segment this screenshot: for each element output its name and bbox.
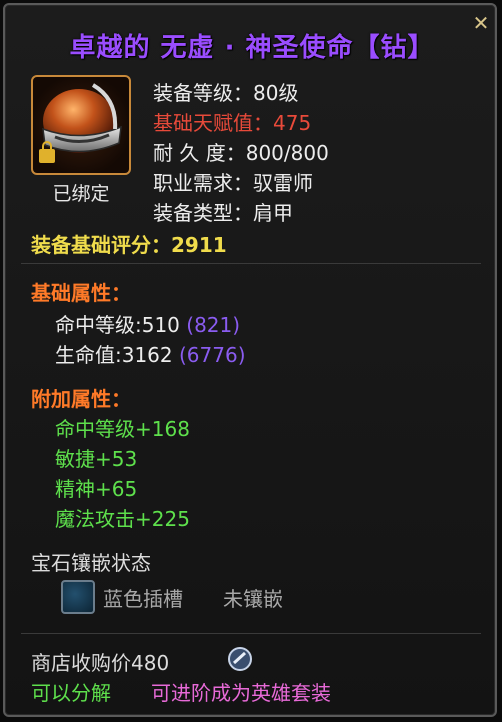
- class-requirement: 职业需求：驭雷师: [153, 171, 313, 195]
- item-tooltip: 卓越的 无虚 · 神圣使命【钻】 ✕ 已绑定 装备等级：80级 基础天赋值：47…: [3, 3, 497, 717]
- divider: [21, 263, 481, 264]
- base-attr-row: 生命值:3162 (6776): [55, 339, 246, 368]
- equip-score: 装备基础评分：2911: [31, 229, 227, 258]
- gem-slot-label: 蓝色插槽: [103, 587, 183, 611]
- base-talent-value: 475: [273, 111, 312, 135]
- equip-score-value: 2911: [171, 233, 227, 257]
- lock-icon: [39, 141, 55, 163]
- base-attr-extra: (821): [186, 313, 241, 337]
- gem-header: 宝石镶嵌状态: [31, 551, 151, 575]
- durability: 耐 久 度：800/800: [153, 141, 329, 165]
- gem-socket-icon[interactable]: [61, 580, 95, 614]
- base-attr-row: 命中等级:510 (821): [55, 309, 240, 338]
- bonus-attr-item: 精神+65: [55, 477, 138, 501]
- base-attrs-header: 基础属性：: [31, 281, 131, 305]
- close-icon[interactable]: ✕: [470, 12, 492, 34]
- upgrade-hint: 可进阶成为英雄套装: [151, 681, 331, 705]
- shop-price: 商店收购价480: [31, 651, 170, 675]
- bonus-attr-item: 魔法攻击+225: [55, 507, 190, 531]
- base-talent-label: 基础天赋值：: [153, 111, 273, 135]
- bonus-attr-item: 敏捷+53: [55, 447, 138, 471]
- divider: [21, 633, 481, 634]
- item-title: 卓越的 无虚 · 神圣使命【钻】: [69, 33, 435, 63]
- bound-status: 已绑定: [52, 183, 110, 205]
- coin-icon: [227, 646, 253, 672]
- bonus-attrs-header: 附加属性：: [31, 387, 131, 411]
- base-attr-label: 命中等级:510: [55, 313, 180, 337]
- equip-type: 装备类型：肩甲: [153, 201, 293, 225]
- bonus-attr-item: 命中等级+168: [55, 417, 190, 441]
- base-talent: 基础天赋值：475: [153, 107, 311, 136]
- gem-slot-status: 未镶嵌: [223, 587, 283, 611]
- base-attr-label: 生命值:3162: [55, 343, 173, 367]
- decomposable: 可以分解: [31, 681, 111, 705]
- base-attr-extra: (6776): [179, 343, 246, 367]
- equip-score-label: 装备基础评分：: [31, 233, 171, 257]
- equip-level: 装备等级：80级: [153, 81, 299, 105]
